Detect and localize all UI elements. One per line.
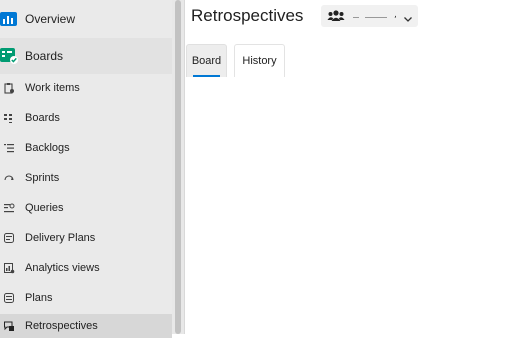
divider <box>184 0 185 334</box>
sidebar-item-queries[interactable]: Queries <box>0 195 172 221</box>
sidebar-item-label: Plans <box>25 292 53 304</box>
sidebar-item-work-items[interactable]: Work items <box>0 75 172 101</box>
chevron-down-icon <box>402 10 414 22</box>
team-icon <box>327 8 345 24</box>
sidebar-item-label: Sprints <box>25 172 60 184</box>
sidebar-item-label: Boards <box>25 49 64 63</box>
overview-icon <box>0 10 18 28</box>
plans-icon <box>3 292 15 304</box>
tab-label: History <box>242 55 277 67</box>
queries-icon <box>3 202 15 214</box>
board-content-area <box>186 78 526 334</box>
boards-icon <box>3 112 15 124</box>
delivery-plans-icon <box>3 232 15 244</box>
work-items-icon <box>3 82 15 94</box>
sidebar-item-backlogs[interactable]: Backlogs <box>0 135 172 161</box>
tab-history[interactable]: History <box>234 44 285 77</box>
sidebar-item-overview[interactable]: Overview <box>0 4 172 34</box>
analytics-views-icon <box>3 262 15 274</box>
tab-board[interactable]: Board <box>186 44 227 77</box>
sprints-icon <box>3 172 15 184</box>
retrospectives-icon <box>3 320 15 332</box>
sidebar-item-plans[interactable]: Plans <box>0 285 172 311</box>
team-name-redacted <box>351 9 391 19</box>
team-picker[interactable]: , <box>321 5 418 27</box>
sidebar-item-label: Backlogs <box>25 142 70 154</box>
sidebar-section-boards[interactable]: Boards <box>0 38 172 74</box>
sidebar-item-label: Work items <box>25 82 80 94</box>
sidebar: Overview Boards Work items Boards Backlo… <box>0 0 172 338</box>
tab-label: Board <box>191 55 222 67</box>
sidebar-item-label: Overview <box>25 12 76 26</box>
backlogs-icon <box>3 142 15 154</box>
sidebar-item-label: Retrospectives <box>25 320 98 332</box>
sidebar-item-boards[interactable]: Boards <box>0 105 172 131</box>
sidebar-item-label: Delivery Plans <box>25 232 96 244</box>
page-title: Retrospectives <box>191 6 304 25</box>
sidebar-item-label: Boards <box>25 112 60 124</box>
sidebar-scrollbar-thumb[interactable] <box>175 0 181 334</box>
sidebar-item-label: Analytics views <box>25 262 100 274</box>
boards-section-icon <box>0 47 18 65</box>
team-name-comma: , <box>394 10 397 20</box>
sidebar-item-label: Queries <box>25 202 64 214</box>
sidebar-item-delivery-plans[interactable]: Delivery Plans <box>0 225 172 251</box>
sidebar-item-analytics-views[interactable]: Analytics views <box>0 255 172 281</box>
sidebar-item-sprints[interactable]: Sprints <box>0 165 172 191</box>
sidebar-item-retrospectives[interactable]: Retrospectives <box>0 314 172 338</box>
